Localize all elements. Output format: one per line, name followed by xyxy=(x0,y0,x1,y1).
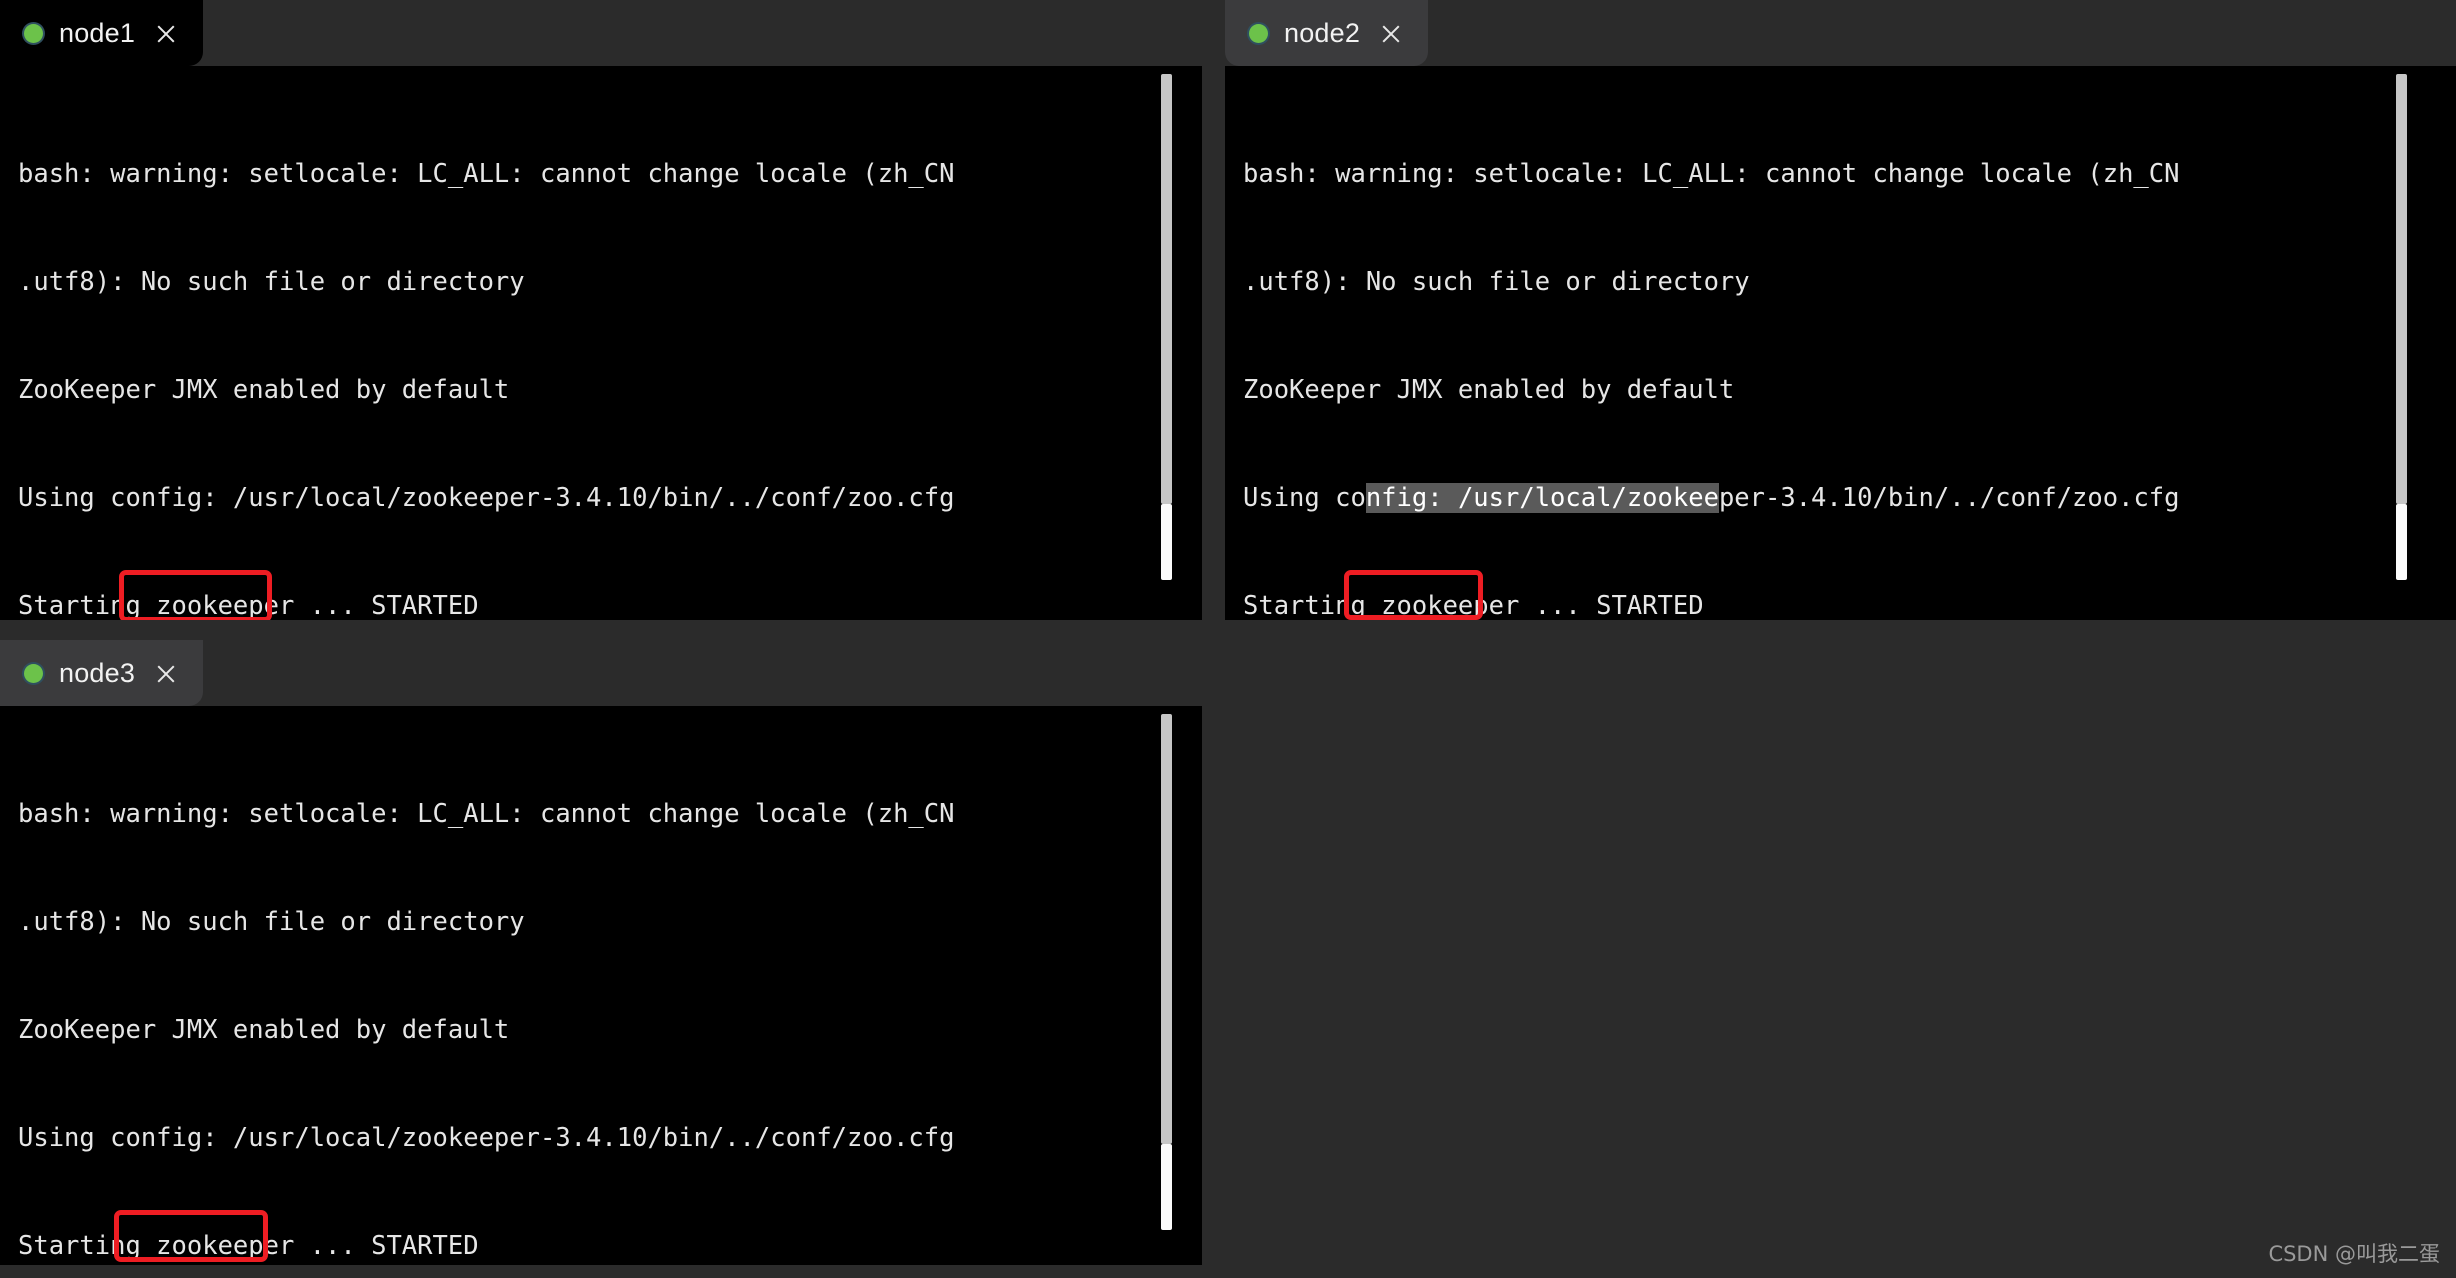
status-dot-icon xyxy=(24,663,43,683)
selection-after: per-3.4.10/bin/../conf/zoo.cfg xyxy=(1718,483,2180,513)
output-line: .utf8): No such file or directory xyxy=(18,267,525,297)
terminal-window-node3: node3 bash: warning: setlocale: LC_ALL: … xyxy=(0,640,1202,1265)
output-line: Using config: /usr/local/zookeeper-3.4.1… xyxy=(18,483,955,513)
tab-label: node3 xyxy=(59,657,136,688)
output-line: bash: warning: setlocale: LC_ALL: cannot… xyxy=(18,159,955,189)
output-line-selected: Using config: /usr/local/zookeeper-3.4.1… xyxy=(1243,480,2456,516)
terminal-output-node1[interactable]: bash: warning: setlocale: LC_ALL: cannot… xyxy=(0,66,1202,620)
output-line: Starting zookeeper ... STARTED xyxy=(1243,591,1704,620)
tab-node3[interactable]: node3 xyxy=(0,640,204,706)
output-line: Starting zookeeper ... STARTED xyxy=(18,1231,479,1261)
output-line: .utf8): No such file or directory xyxy=(1243,267,1750,297)
output-line: bash: warning: setlocale: LC_ALL: cannot… xyxy=(18,799,955,829)
scrollbar-thumb[interactable] xyxy=(2396,74,2407,504)
output-line: .utf8): No such file or directory xyxy=(18,907,525,937)
selection-highlight: nfig: /usr/local/zookee xyxy=(1365,483,1719,513)
scrollbar-thumb-highlight[interactable] xyxy=(1161,1144,1172,1230)
output-line: Starting zookeeper ... STARTED xyxy=(18,591,479,620)
output-line: ZooKeeper JMX enabled by default xyxy=(1243,375,1735,405)
output-line: ZooKeeper JMX enabled by default xyxy=(18,375,510,405)
close-icon[interactable] xyxy=(155,22,177,44)
tabbar-node2: node2 xyxy=(1225,0,2456,66)
output-line: Using config: /usr/local/zookeeper-3.4.1… xyxy=(18,1123,955,1153)
tab-label: node2 xyxy=(1284,17,1361,48)
output-line: bash: warning: setlocale: LC_ALL: cannot… xyxy=(1243,159,2180,189)
terminal-output-node3[interactable]: bash: warning: setlocale: LC_ALL: cannot… xyxy=(0,706,1202,1265)
tab-label: node1 xyxy=(59,17,136,48)
terminal-window-node2: node2 bash: warning: setlocale: LC_ALL: … xyxy=(1225,0,2456,620)
scrollbar-track[interactable] xyxy=(1161,66,1172,620)
output-line: ZooKeeper JMX enabled by default xyxy=(18,1015,510,1045)
tab-node2[interactable]: node2 xyxy=(1225,0,1429,66)
status-dot-icon xyxy=(1249,23,1268,43)
close-icon[interactable] xyxy=(1380,22,1402,44)
watermark: CSDN @叫我二蛋 xyxy=(2268,1242,2440,1266)
scrollbar-thumb[interactable] xyxy=(1161,74,1172,504)
tabbar-node1: node1 xyxy=(0,0,1202,66)
selection-before: Using co xyxy=(1243,483,1366,513)
scrollbar-track[interactable] xyxy=(1161,706,1172,1265)
status-dot-icon xyxy=(24,23,43,43)
close-icon[interactable] xyxy=(155,662,177,684)
tab-node1[interactable]: node1 xyxy=(0,0,204,66)
tabbar-node3: node3 xyxy=(0,640,1202,706)
scrollbar-thumb-highlight[interactable] xyxy=(2396,504,2407,580)
scrollbar-track[interactable] xyxy=(2396,66,2407,620)
terminal-output-node2[interactable]: bash: warning: setlocale: LC_ALL: cannot… xyxy=(1225,66,2456,620)
terminal-window-node1: node1 bash: warning: setlocale: LC_ALL: … xyxy=(0,0,1202,620)
scrollbar-thumb[interactable] xyxy=(1161,714,1172,1144)
scrollbar-thumb-highlight[interactable] xyxy=(1161,504,1172,580)
